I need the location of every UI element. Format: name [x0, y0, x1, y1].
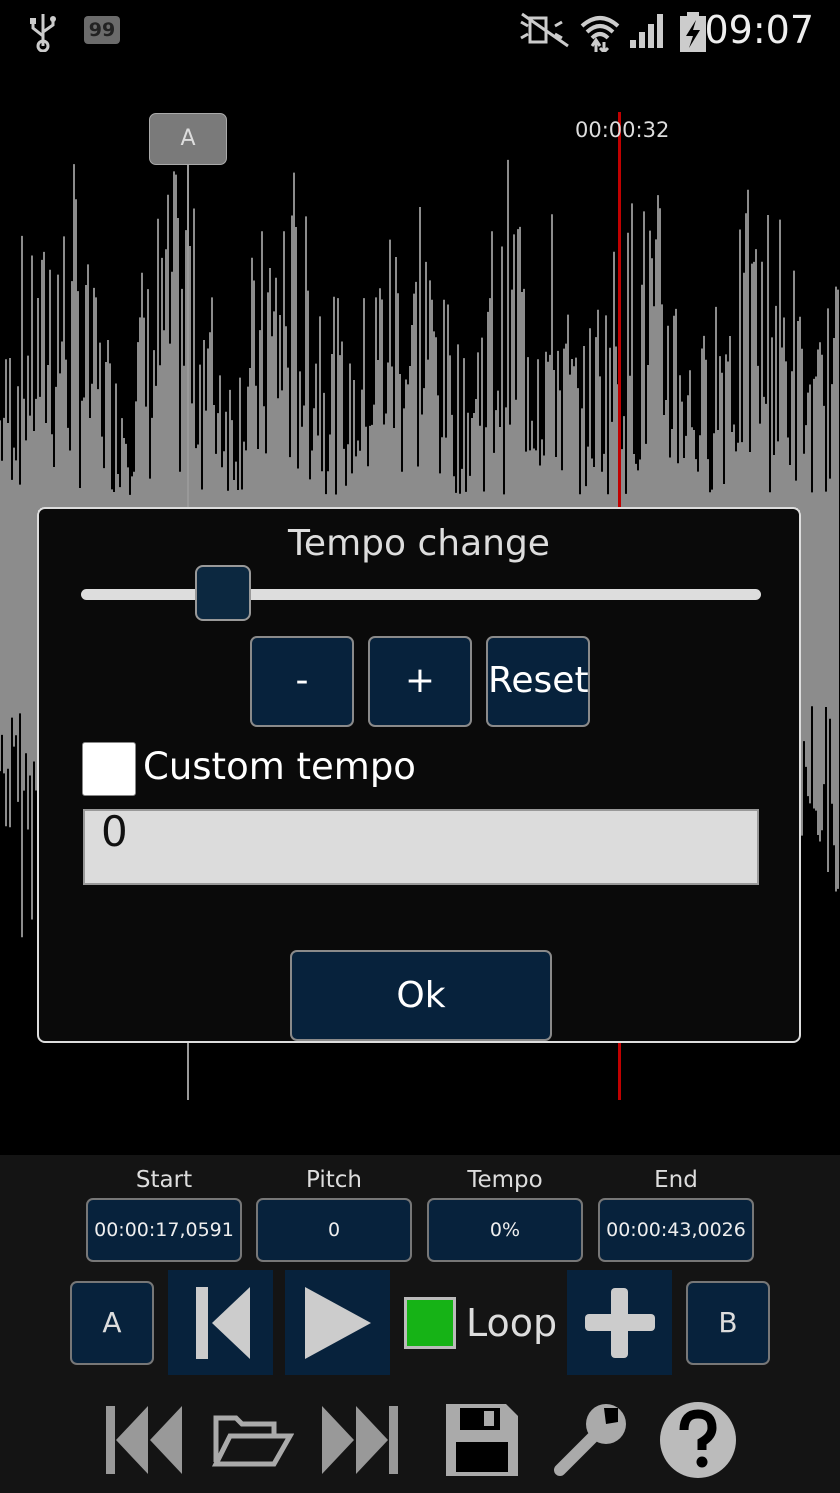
status-bar: 99 09:07	[0, 0, 840, 62]
loop-checkbox[interactable]	[404, 1297, 456, 1349]
skip-to-end-icon[interactable]	[318, 1398, 402, 1482]
play-icon	[305, 1287, 371, 1359]
playhead-time: 00:00:32	[575, 118, 670, 142]
wifi-icon	[580, 16, 620, 52]
skip-back-icon	[196, 1287, 250, 1359]
add-button[interactable]	[567, 1270, 672, 1375]
tempo-label: Tempo	[467, 1167, 543, 1193]
settings-wrench-icon[interactable]	[548, 1398, 632, 1482]
pitch-field[interactable]: 0	[256, 1198, 412, 1262]
custom-tempo-label: Custom tempo	[143, 745, 416, 788]
save-icon[interactable]	[440, 1398, 524, 1482]
tempo-change-dialog: Tempo change - + Reset Custom tempo 0 Ok	[37, 507, 801, 1043]
mute-icon	[520, 12, 569, 48]
start-field[interactable]: 00:00:17,0591	[86, 1198, 242, 1262]
signal-icon	[630, 14, 663, 48]
back-to-a-button[interactable]	[168, 1270, 273, 1375]
set-a-button[interactable]: A	[70, 1281, 154, 1365]
end-label: End	[654, 1167, 698, 1193]
ok-button[interactable]: Ok	[290, 950, 552, 1041]
end-field[interactable]: 00:00:43,0026	[598, 1198, 754, 1262]
clock: 09:07	[704, 8, 814, 52]
tempo-minus-button[interactable]: -	[250, 636, 354, 727]
tempo-reset-button[interactable]: Reset	[486, 636, 590, 727]
marker-a-handle[interactable]: A	[149, 113, 227, 165]
tempo-plus-button[interactable]: +	[368, 636, 472, 727]
tempo-slider-track[interactable]	[81, 589, 761, 600]
skip-to-start-icon[interactable]	[102, 1398, 186, 1482]
start-label: Start	[135, 1167, 193, 1193]
loop-label: Loop	[466, 1301, 558, 1345]
usb-icon	[30, 14, 56, 52]
custom-tempo-input[interactable]: 0	[83, 809, 759, 885]
notification-count-icon: 99	[84, 16, 120, 44]
play-button[interactable]	[285, 1270, 390, 1375]
plus-icon	[585, 1288, 655, 1358]
help-icon[interactable]	[656, 1398, 740, 1482]
set-b-button[interactable]: B	[686, 1281, 770, 1365]
dialog-title: Tempo change	[288, 523, 550, 564]
open-folder-icon[interactable]	[210, 1398, 294, 1482]
custom-tempo-checkbox[interactable]	[82, 742, 136, 796]
tempo-slider-thumb[interactable]	[195, 565, 251, 621]
pitch-label: Pitch	[306, 1167, 362, 1193]
tempo-field[interactable]: 0%	[427, 1198, 583, 1262]
